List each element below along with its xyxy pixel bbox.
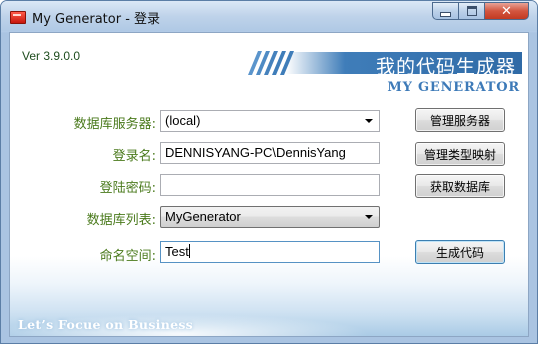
login-label: 登录名: [112, 149, 156, 164]
minimize-icon [440, 11, 451, 17]
close-button[interactable]: ✕ [485, 2, 529, 20]
window-controls: ✕ [432, 2, 529, 22]
login-window: My Generator - 登录 ✕ Let’s Focue on Busin… [0, 0, 538, 344]
server-label: 数据库服务器: [73, 117, 156, 132]
manage-server-button[interactable]: 管理服务器 [415, 108, 505, 132]
get-database-button[interactable]: 获取数据库 [415, 174, 505, 198]
banner-title-cn: 我的代码生成器 [375, 56, 516, 78]
banner-title-en: MY GENERATOR [387, 80, 520, 95]
footer-slogan: Let’s Focue on Business [18, 317, 194, 332]
app-icon [10, 11, 26, 24]
title-bar[interactable]: My Generator - 登录 ✕ [1, 1, 537, 31]
client-area: Let’s Focue on Business Ver 3.9.0.0 我的代码… [9, 32, 529, 337]
server-dropdown[interactable]: (local) [160, 110, 380, 132]
database-list-label: 数据库列表: [86, 213, 156, 228]
server-value: (local) [165, 113, 201, 128]
database-list-dropdown[interactable]: MyGenerator [160, 206, 380, 228]
banner-bar: 我的代码生成器 [286, 52, 522, 78]
manage-type-map-button[interactable]: 管理类型映射 [415, 142, 505, 166]
password-field[interactable] [160, 174, 380, 196]
minimize-button[interactable] [432, 2, 459, 20]
namespace-label: 命名空间: [99, 249, 156, 264]
password-label: 登陆密码: [99, 181, 156, 196]
version-label: Ver 3.9.0.0 [22, 49, 81, 63]
database-list-value: MyGenerator [165, 209, 241, 224]
close-icon: ✕ [501, 3, 512, 19]
chevron-down-icon [365, 215, 373, 219]
chevron-down-icon [365, 119, 373, 123]
namespace-field[interactable]: Test [160, 241, 380, 263]
window-title: My Generator - 登录 [32, 12, 161, 27]
login-field[interactable]: DENNISYANG-PC\DennisYang [160, 142, 380, 164]
maximize-icon [466, 6, 477, 16]
login-value: DENNISYANG-PC\DennisYang [165, 145, 346, 160]
generate-code-button[interactable]: 生成代码 [415, 240, 505, 264]
text-caret [188, 244, 190, 258]
maximize-button[interactable] [459, 2, 485, 20]
namespace-value: Test [165, 244, 189, 259]
